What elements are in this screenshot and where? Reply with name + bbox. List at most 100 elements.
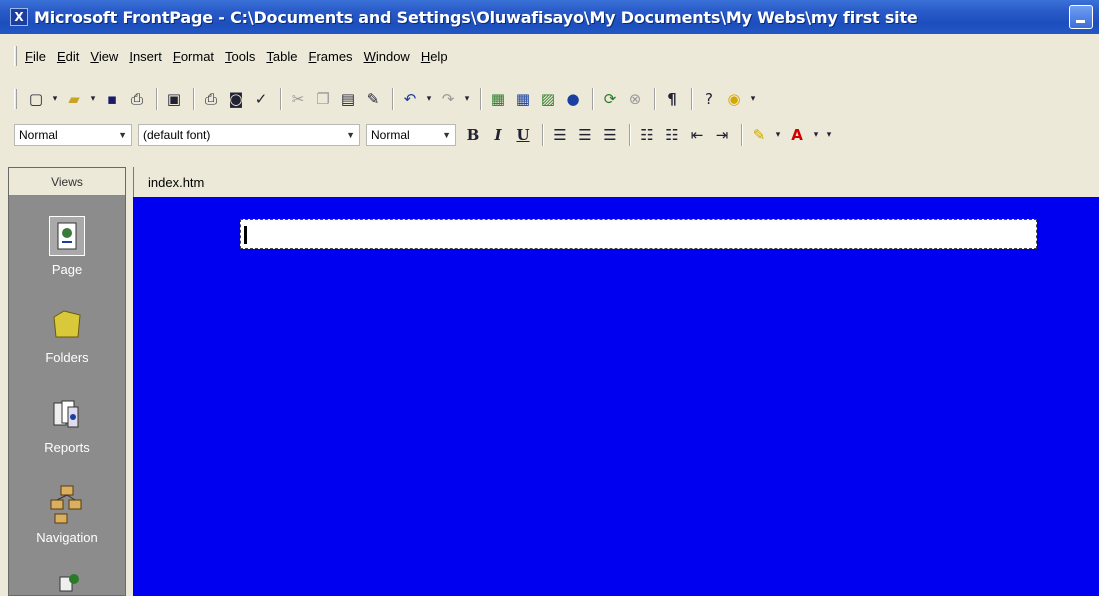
copy-icon[interactable]: ❐ [312, 88, 334, 110]
font-select-value: (default font) [143, 128, 211, 142]
view-reports[interactable]: Reports [9, 394, 125, 455]
dropdown-arrow-icon[interactable]: ▾ [50, 88, 60, 110]
font-size-select-value: Normal [371, 128, 410, 142]
toolbar-grip[interactable] [14, 89, 17, 109]
menu-grip[interactable] [14, 46, 17, 66]
insert-table-icon[interactable]: ▦ [512, 88, 534, 110]
redo-icon[interactable]: ↷ [437, 88, 459, 110]
menu-bar: File Edit View Insert Format Tools Table… [0, 42, 1099, 70]
view-label: Reports [44, 440, 90, 455]
menu-window[interactable]: Window [364, 49, 410, 64]
formatting-toolbar: Normal ▼ (default font) ▼ Normal ▼ B I U… [0, 118, 1099, 152]
text-cursor [244, 226, 247, 244]
toolbar-separator [691, 88, 693, 110]
dropdown-arrow-icon[interactable]: ▾ [811, 124, 821, 146]
dropdown-arrow-icon[interactable]: ▾ [773, 124, 783, 146]
frontpage-app-icon[interactable]: X [10, 8, 28, 26]
page-editor-canvas[interactable] [133, 197, 1099, 596]
menu-format[interactable]: Format [173, 49, 214, 64]
toolbar-separator [654, 88, 656, 110]
insert-picture-icon[interactable]: ▨ [537, 88, 559, 110]
style-select[interactable]: Normal ▼ [14, 124, 132, 146]
bullets-icon[interactable]: ☷ [661, 124, 683, 146]
show-all-icon[interactable]: ¶ [661, 88, 683, 110]
numbering-icon[interactable]: ☷ [636, 124, 658, 146]
title-bar: X Microsoft FrontPage - C:\Documents and… [0, 0, 1099, 34]
web-component-icon[interactable]: ▦ [487, 88, 509, 110]
reports-icon [47, 394, 87, 434]
toolbar-separator [392, 88, 394, 110]
view-label: Folders [45, 350, 89, 365]
assistant-icon[interactable]: ◉ [723, 88, 745, 110]
font-color-icon[interactable]: A [786, 124, 808, 146]
menu-file[interactable]: File [25, 49, 46, 64]
dropdown-arrow-icon[interactable]: ▾ [424, 88, 434, 110]
views-bar: Views Page Folders Reports Navigation [8, 167, 126, 596]
toolbar-options-icon[interactable]: ▾ [748, 88, 758, 110]
increase-indent-icon[interactable]: ⇥ [711, 124, 733, 146]
menu-frames[interactable]: Frames [308, 49, 352, 64]
hyperlink-icon[interactable]: ● [562, 88, 584, 110]
view-page[interactable]: Page [9, 216, 125, 277]
view-navigation[interactable]: Navigation [9, 484, 125, 545]
editor-tab-bar: index.htm [133, 167, 1099, 197]
align-right-icon[interactable]: ☰ [599, 124, 621, 146]
toolbar-separator [542, 124, 544, 146]
bold-button[interactable]: B [462, 124, 484, 146]
dropdown-arrow-icon[interactable]: ▾ [88, 88, 98, 110]
print-icon[interactable]: ⎙ [200, 88, 222, 110]
menu-tools[interactable]: Tools [225, 49, 255, 64]
toolbar-separator [592, 88, 594, 110]
publish-icon[interactable]: ⎙ [126, 88, 148, 110]
toolbar-separator [480, 88, 482, 110]
save-icon[interactable]: ▪ [101, 88, 123, 110]
page-icon [49, 216, 85, 256]
preview-icon[interactable]: ◙ [225, 88, 247, 110]
italic-button[interactable]: I [487, 124, 509, 146]
standard-toolbar: ▢ ▾ ▰ ▾ ▪ ⎙ ▣ ⎙ ◙ ✓ ✂ ❐ ▤ ✎ ↶ ▾ ↷ ▾ ▦ ▦ … [0, 82, 1099, 116]
menu-edit[interactable]: Edit [57, 49, 79, 64]
chevron-down-icon: ▼ [118, 130, 127, 140]
folder-list-icon[interactable]: ▣ [163, 88, 185, 110]
view-label: Page [51, 262, 83, 277]
menu-help[interactable]: Help [421, 49, 448, 64]
dropdown-arrow-icon[interactable]: ▾ [462, 88, 472, 110]
align-center-icon[interactable]: ☰ [574, 124, 596, 146]
align-left-icon[interactable]: ☰ [549, 124, 571, 146]
toolbar-separator [629, 124, 631, 146]
menu-table[interactable]: Table [266, 49, 297, 64]
toolbar-separator [193, 88, 195, 110]
menu-insert[interactable]: Insert [129, 49, 162, 64]
minimize-button[interactable] [1069, 5, 1093, 29]
text-insertion-area[interactable] [240, 219, 1037, 249]
refresh-icon[interactable]: ⟳ [599, 88, 621, 110]
open-folder-icon[interactable]: ▰ [63, 88, 85, 110]
font-size-select[interactable]: Normal ▼ [366, 124, 456, 146]
chevron-down-icon: ▼ [346, 130, 355, 140]
chevron-down-icon: ▼ [442, 130, 451, 140]
toolbar-separator [280, 88, 282, 110]
stop-icon[interactable]: ⊗ [624, 88, 646, 110]
style-select-value: Normal [19, 128, 58, 142]
spelling-icon[interactable]: ✓ [250, 88, 272, 110]
view-hyperlinks[interactable] [9, 566, 125, 596]
navigation-icon [47, 484, 87, 524]
hyperlinks-icon [47, 566, 87, 596]
highlight-icon[interactable]: ✎ [748, 124, 770, 146]
format-painter-icon[interactable]: ✎ [362, 88, 384, 110]
new-page-icon[interactable]: ▢ [25, 88, 47, 110]
paste-icon[interactable]: ▤ [337, 88, 359, 110]
menu-view[interactable]: View [90, 49, 118, 64]
tab-index-htm[interactable]: index.htm [148, 175, 204, 190]
help-icon[interactable]: ? [698, 88, 720, 110]
views-header: Views [9, 168, 125, 196]
toolbar-options-icon[interactable]: ▾ [824, 124, 834, 146]
view-folders[interactable]: Folders [9, 304, 125, 365]
toolbar-separator [156, 88, 158, 110]
undo-icon[interactable]: ↶ [399, 88, 421, 110]
decrease-indent-icon[interactable]: ⇤ [686, 124, 708, 146]
window-title: Microsoft FrontPage - C:\Documents and S… [34, 7, 918, 27]
cut-icon[interactable]: ✂ [287, 88, 309, 110]
underline-button[interactable]: U [512, 124, 534, 146]
font-select[interactable]: (default font) ▼ [138, 124, 360, 146]
